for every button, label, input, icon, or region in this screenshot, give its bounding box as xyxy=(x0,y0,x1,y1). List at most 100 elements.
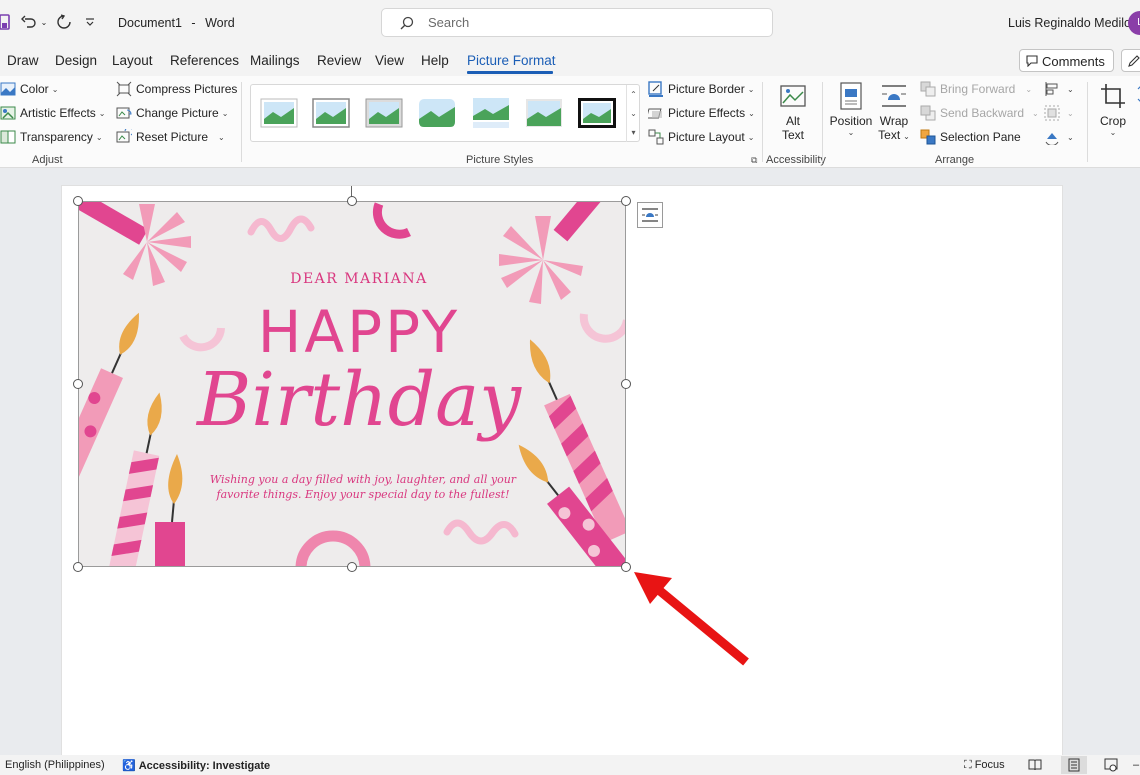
artistic-effects-icon xyxy=(0,106,16,120)
comments-button[interactable]: Comments xyxy=(1019,49,1114,72)
chevron-down-icon: ⌄ xyxy=(95,132,103,142)
picture-style-4[interactable] xyxy=(417,97,457,129)
zoom-out-button[interactable]: – xyxy=(1133,759,1139,771)
tab-mailings[interactable]: Mailings xyxy=(250,53,300,68)
chevron-down-icon: ⌄ xyxy=(747,84,755,94)
user-name[interactable]: Luis Reginaldo Medilo xyxy=(1008,16,1131,30)
web-layout-icon xyxy=(1104,758,1118,772)
selection-pane-button[interactable]: Selection Pane xyxy=(920,127,1021,147)
bring-forward-button[interactable]: Bring Forward ⌄ xyxy=(920,79,1032,99)
picture-layout-icon xyxy=(648,129,664,145)
artistic-effects-button[interactable]: Artistic Effects ⌄ xyxy=(0,103,106,123)
gallery-scroll-up[interactable]: ⌃ xyxy=(626,85,640,104)
card-greeting-name: DEAR MARIANA xyxy=(290,271,428,287)
group-divider xyxy=(762,82,763,162)
undo-dropdown-icon[interactable]: ⌄ xyxy=(39,15,49,29)
picture-layout-button[interactable]: Picture Layout ⌄ xyxy=(648,127,754,147)
tab-layout[interactable]: Layout xyxy=(112,53,153,68)
resize-handle-top[interactable] xyxy=(347,196,357,206)
resize-handle-bottom-left[interactable] xyxy=(73,562,83,572)
rotate-button[interactable]: ⌄ xyxy=(1044,127,1074,147)
selection-pane-label: Selection Pane xyxy=(940,130,1021,144)
resize-handle-right[interactable] xyxy=(621,379,631,389)
accessibility-checker[interactable]: ♿ Accessibility: Investigate xyxy=(122,759,270,772)
alt-text-label-1: Alt xyxy=(785,114,800,128)
read-mode-button[interactable] xyxy=(1022,756,1048,774)
picture-style-5[interactable] xyxy=(471,97,511,129)
wrap-text-label-1: Wrap xyxy=(879,114,909,128)
dialog-launcher-icon[interactable]: ⧉ xyxy=(751,155,757,166)
picture-style-7[interactable] xyxy=(577,97,617,129)
tab-review[interactable]: Review xyxy=(317,53,361,68)
alt-text-button[interactable]: Alt Text xyxy=(775,82,811,142)
change-picture-label: Change Picture xyxy=(136,106,219,120)
undo-icon[interactable] xyxy=(20,12,38,32)
gallery-scroll-down[interactable]: ⌄ xyxy=(626,104,640,123)
book-icon xyxy=(1028,759,1042,771)
card-wish-line-1: Wishing you a day filled with joy, laugh… xyxy=(209,473,517,486)
alt-text-label-2: Text xyxy=(781,128,804,142)
align-button[interactable]: ⌄ xyxy=(1044,79,1074,99)
position-button[interactable]: Position ⌄ xyxy=(829,82,873,137)
customize-toolbar-icon[interactable] xyxy=(84,14,96,30)
tab-draw[interactable]: Draw xyxy=(7,53,39,68)
language-indicator[interactable]: English (Philippines) xyxy=(5,759,105,771)
compress-pictures-button[interactable]: Compress Pictures xyxy=(116,79,237,99)
active-tab-indicator xyxy=(467,71,553,74)
tab-design[interactable]: Design xyxy=(55,53,97,68)
chevron-down-icon: ⌄ xyxy=(1032,108,1039,118)
save-icon[interactable] xyxy=(0,14,10,30)
crop-button[interactable]: Crop ⌄ xyxy=(1096,82,1130,137)
color-label: Color xyxy=(20,82,49,96)
editing-mode-button[interactable] xyxy=(1121,49,1140,72)
picture-style-1[interactable] xyxy=(259,97,299,129)
wrap-text-label-2: Text xyxy=(878,128,901,142)
height-field-icon[interactable] xyxy=(1136,84,1140,104)
app-name: Word xyxy=(205,16,235,30)
resize-handle-bottom[interactable] xyxy=(347,562,357,572)
reset-picture-icon xyxy=(116,129,132,143)
transparency-button[interactable]: Transparency ⌄ xyxy=(0,127,103,147)
title-bar: ⌄ Document1 - Word Search Luis Reginaldo… xyxy=(0,0,1140,46)
tab-references[interactable]: References xyxy=(170,53,239,68)
picture-style-6[interactable] xyxy=(524,97,564,129)
reset-picture-button[interactable]: Reset Picture ⌄ xyxy=(116,127,225,147)
tab-help[interactable]: Help xyxy=(421,53,449,68)
layout-options-icon xyxy=(642,208,658,222)
red-arrow-annotation xyxy=(634,572,749,666)
focus-mode-button[interactable]: ⛶ Focus xyxy=(964,759,1005,772)
chevron-down-icon: ⌄ xyxy=(98,108,106,118)
accessibility-status: Accessibility: Investigate xyxy=(138,760,271,772)
layout-options-button[interactable] xyxy=(637,202,663,228)
chevron-down-icon: ⌄ xyxy=(1067,84,1074,94)
send-backward-button[interactable]: Send Backward ⌄ xyxy=(920,103,1039,123)
align-icon xyxy=(1045,82,1058,96)
group-divider xyxy=(1087,82,1088,162)
resize-handle-top-right[interactable] xyxy=(621,196,631,206)
search-box[interactable]: Search xyxy=(381,8,773,37)
avatar[interactable]: L xyxy=(1128,11,1140,35)
change-picture-button[interactable]: Change Picture ⌄ xyxy=(116,103,228,123)
transparency-icon xyxy=(0,130,16,144)
resize-handle-top-left[interactable] xyxy=(73,196,83,206)
pencil-icon xyxy=(1128,55,1140,67)
group-objects-button[interactable]: ⌄ xyxy=(1044,103,1074,123)
gallery-more[interactable]: ▾ xyxy=(626,123,640,142)
picture-effects-button[interactable]: Picture Effects ⌄ xyxy=(648,103,755,123)
picture-style-3[interactable] xyxy=(364,97,404,129)
reset-picture-label: Reset Picture xyxy=(136,130,209,144)
tab-picture-format[interactable]: Picture Format xyxy=(467,53,556,68)
color-button[interactable]: Color ⌄ xyxy=(0,79,58,99)
picture-style-2[interactable] xyxy=(311,97,351,129)
web-layout-button[interactable] xyxy=(1098,756,1124,774)
crop-icon xyxy=(1101,84,1125,108)
wrap-text-button[interactable]: Wrap Text ⌄ xyxy=(876,82,912,142)
tab-view[interactable]: View xyxy=(375,53,404,68)
print-layout-button[interactable] xyxy=(1061,756,1087,774)
picture-border-button[interactable]: Picture Border ⌄ xyxy=(648,79,754,99)
redo-icon[interactable] xyxy=(55,12,73,32)
chevron-down-icon: ⌄ xyxy=(1067,108,1074,118)
picture-styles-gallery: ⌃ ⌄ ▾ xyxy=(250,84,640,142)
resize-handle-left[interactable] xyxy=(73,379,83,389)
birthday-card-picture[interactable]: DEAR MARIANA HAPPY Birthday Wishing you … xyxy=(78,201,626,567)
